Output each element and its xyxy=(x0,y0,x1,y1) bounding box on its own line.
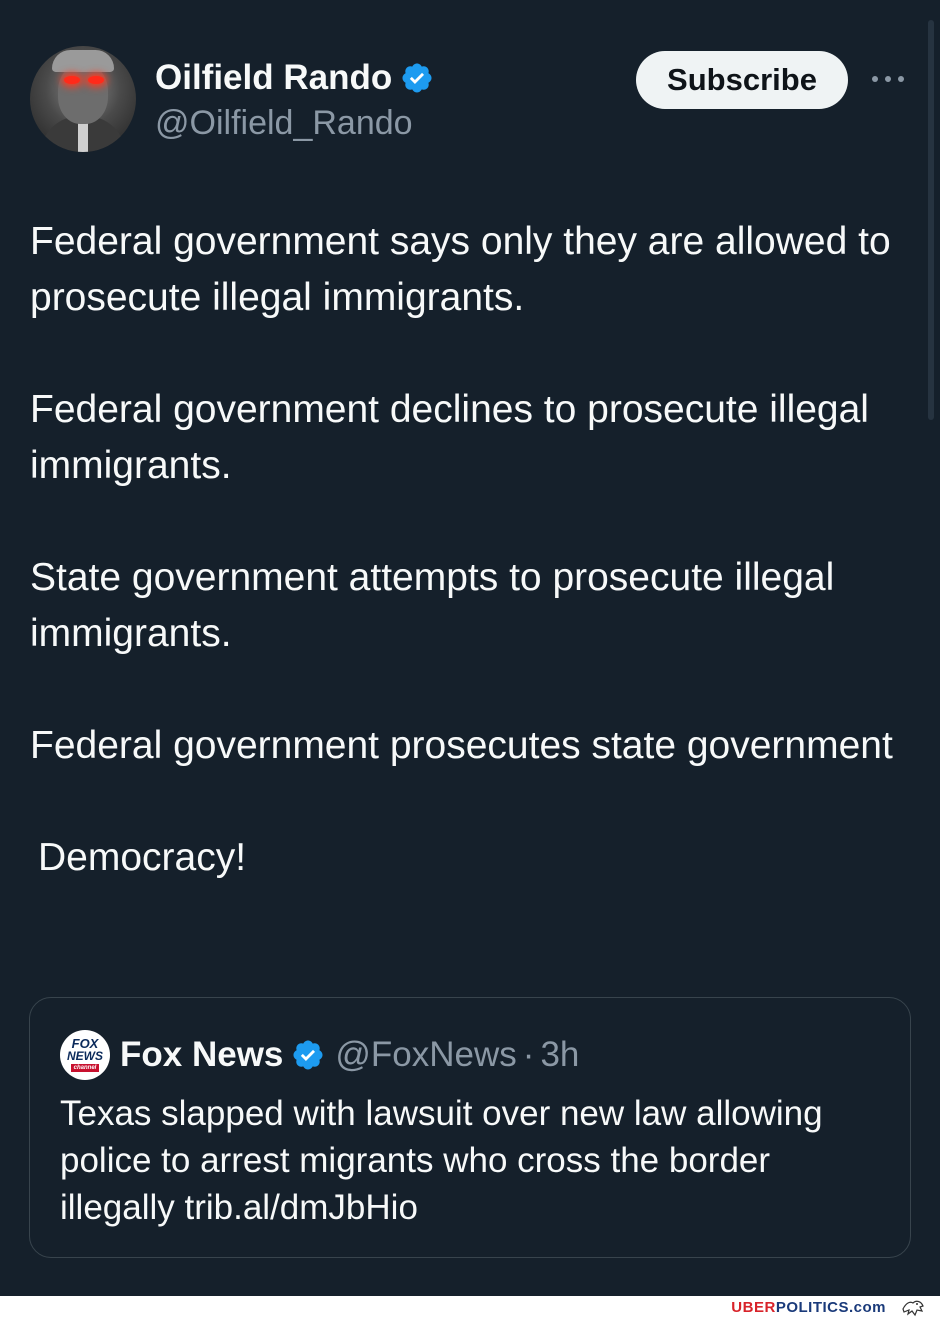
tweet-header: Oilfield Rando @Oilfield_Rando Subscribe xyxy=(30,46,910,158)
more-dot xyxy=(898,76,904,82)
watermark-bar: UBERPOLITICS.com xyxy=(0,1296,940,1321)
tweet-paragraph: State government attempts to prosecute i… xyxy=(30,556,835,655)
author-name-row: Oilfield Rando xyxy=(155,58,434,98)
watermark-part: UBER xyxy=(731,1299,776,1316)
author-display-name[interactable]: Oilfield Rando xyxy=(155,58,392,98)
tweet-paragraph: Federal government says only they are al… xyxy=(30,220,891,319)
tweet-paragraph: Democracy! xyxy=(38,836,247,879)
tweet-paragraph: Federal government declines to prosecute… xyxy=(30,388,869,487)
eagle-logo-icon xyxy=(902,1300,924,1317)
avatar-hat xyxy=(52,50,114,72)
verified-badge-icon xyxy=(293,1040,323,1070)
more-options-icon[interactable] xyxy=(868,64,908,94)
quoted-handle[interactable]: @FoxNews xyxy=(335,1035,516,1075)
quoted-tweet-text: Texas slapped with lawsuit over new law … xyxy=(60,1094,823,1227)
more-dot xyxy=(885,76,891,82)
avatar-laser-eye-left xyxy=(64,76,80,84)
more-dot xyxy=(872,76,878,82)
verified-badge-icon xyxy=(402,63,432,93)
watermark-part: POLITICS xyxy=(775,1299,849,1316)
author-avatar[interactable] xyxy=(30,46,136,152)
watermark-text: UBERPOLITICS.com xyxy=(731,1299,886,1316)
separator-dot: · xyxy=(522,1035,535,1074)
fox-news-logo-icon[interactable]: FOX NEWS channel xyxy=(60,1030,110,1080)
quoted-display-name[interactable]: Fox News xyxy=(120,1035,283,1075)
tweet-text: Federal government says only they are al… xyxy=(30,214,920,942)
subscribe-button[interactable]: Subscribe xyxy=(636,51,848,109)
scrollbar[interactable] xyxy=(928,20,934,420)
quoted-tweet-header: FOX NEWS channel Fox News @FoxNews · 3h xyxy=(60,1030,579,1080)
quoted-timestamp[interactable]: 3h xyxy=(540,1035,579,1075)
tweet-paragraph: Federal government prosecutes state gove… xyxy=(30,724,893,767)
quoted-tweet-card[interactable]: FOX NEWS channel Fox News @FoxNews · 3h … xyxy=(29,997,911,1258)
watermark-part: .com xyxy=(848,1299,886,1316)
avatar-face xyxy=(58,64,108,124)
author-handle[interactable]: @Oilfield_Rando xyxy=(155,104,413,143)
logo-line: channel xyxy=(70,1064,100,1072)
avatar-laser-eye-right xyxy=(88,76,104,84)
logo-line: NEWS xyxy=(67,1049,103,1063)
